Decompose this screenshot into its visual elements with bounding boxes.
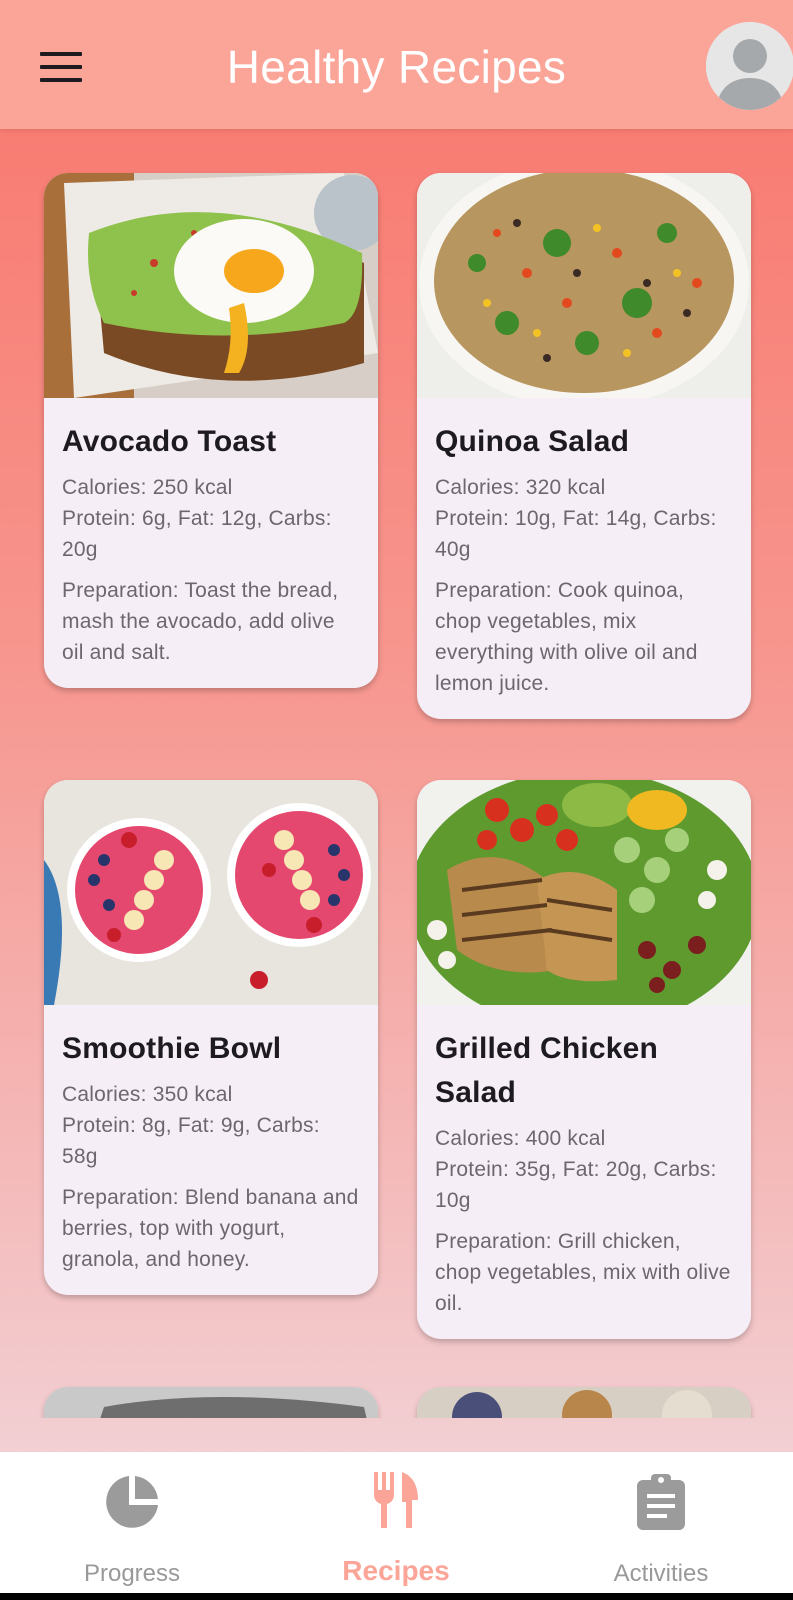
recipe-nutrition: Calories: 250 kcal Protein: 6g, Fat: 12g… [62,472,360,565]
recipe-card[interactable]: Quinoa Salad Calories: 320 kcal Protein:… [417,173,751,719]
recipe-calories: Calories: 400 kcal [435,1127,606,1150]
smoothie-bowl-image [44,780,378,1005]
nav-item-activities[interactable]: Activities [529,1452,793,1593]
recipe-card[interactable]: Avocado Toast Calories: 250 kcal Protein… [44,173,378,688]
quinoa-salad-image [417,173,751,398]
app-bar: Healthy Recipes [0,0,793,129]
bottom-navigation: Progress Recipes Activities [0,1452,793,1593]
nav-label: Progress [83,1560,181,1587]
recipe-title: Quinoa Salad [435,425,630,458]
recipe-card[interactable] [44,1387,378,1418]
recipe-card[interactable]: Smoothie Bowl Calories: 350 kcal Protein… [44,780,378,1295]
recipe-image [44,1387,378,1418]
clipboard-icon [637,1474,685,1530]
recipe-macros: Protein: 6g, Fat: 12g, Carbs: 20g [62,507,332,561]
recipe-nutrition: Calories: 320 kcal Protein: 10g, Fat: 14… [435,472,733,565]
grilled-chicken-salad-image [417,780,751,1005]
recipe-macros: Protein: 8g, Fat: 9g, Carbs: 58g [62,1114,320,1168]
recipe-macros: Protein: 35g, Fat: 20g, Carbs: 10g [435,1158,717,1212]
recipe-calories: Calories: 350 kcal [62,1083,233,1106]
nav-item-progress[interactable]: Progress [0,1452,264,1593]
recipe-card[interactable]: Grilled Chicken Salad Calories: 400 kcal… [417,780,751,1339]
recipe-macros: Protein: 10g, Fat: 14g, Carbs: 40g [435,507,717,561]
pie-chart-icon [106,1476,158,1528]
avocado-toast-image [44,173,378,398]
recipe-title: Grilled Chicken Salad [435,1032,659,1109]
recipe-nutrition: Calories: 350 kcal Protein: 8g, Fat: 9g,… [62,1079,360,1172]
recipe-preparation: Preparation: Cook quinoa, chop vegetable… [435,579,698,695]
avatar-icon[interactable] [706,22,793,110]
recipe-preparation: Preparation: Blend banana and berries, t… [62,1186,359,1271]
recipe-calories: Calories: 320 kcal [435,476,606,499]
recipe-preparation: Preparation: Grill chicken, chop vegetab… [435,1230,731,1315]
nav-label: Activities [613,1560,709,1587]
fork-knife-icon [374,1472,418,1528]
recipe-preparation: Preparation: Toast the bread, mash the a… [62,579,339,664]
recipe-calories: Calories: 250 kcal [62,476,233,499]
recipe-card[interactable] [417,1387,751,1418]
recipe-nutrition: Calories: 400 kcal Protein: 35g, Fat: 20… [435,1123,733,1216]
nav-label: Recipes [342,1555,450,1586]
recipe-image [417,1387,751,1418]
nav-item-recipes[interactable]: Recipes [264,1452,528,1593]
system-bar [0,1593,793,1600]
recipe-title: Smoothie Bowl [62,1032,282,1065]
recipe-title: Avocado Toast [62,425,277,458]
recipe-grid: Avocado Toast Calories: 250 kcal Protein… [0,129,793,1418]
page-title: Healthy Recipes [226,41,567,93]
